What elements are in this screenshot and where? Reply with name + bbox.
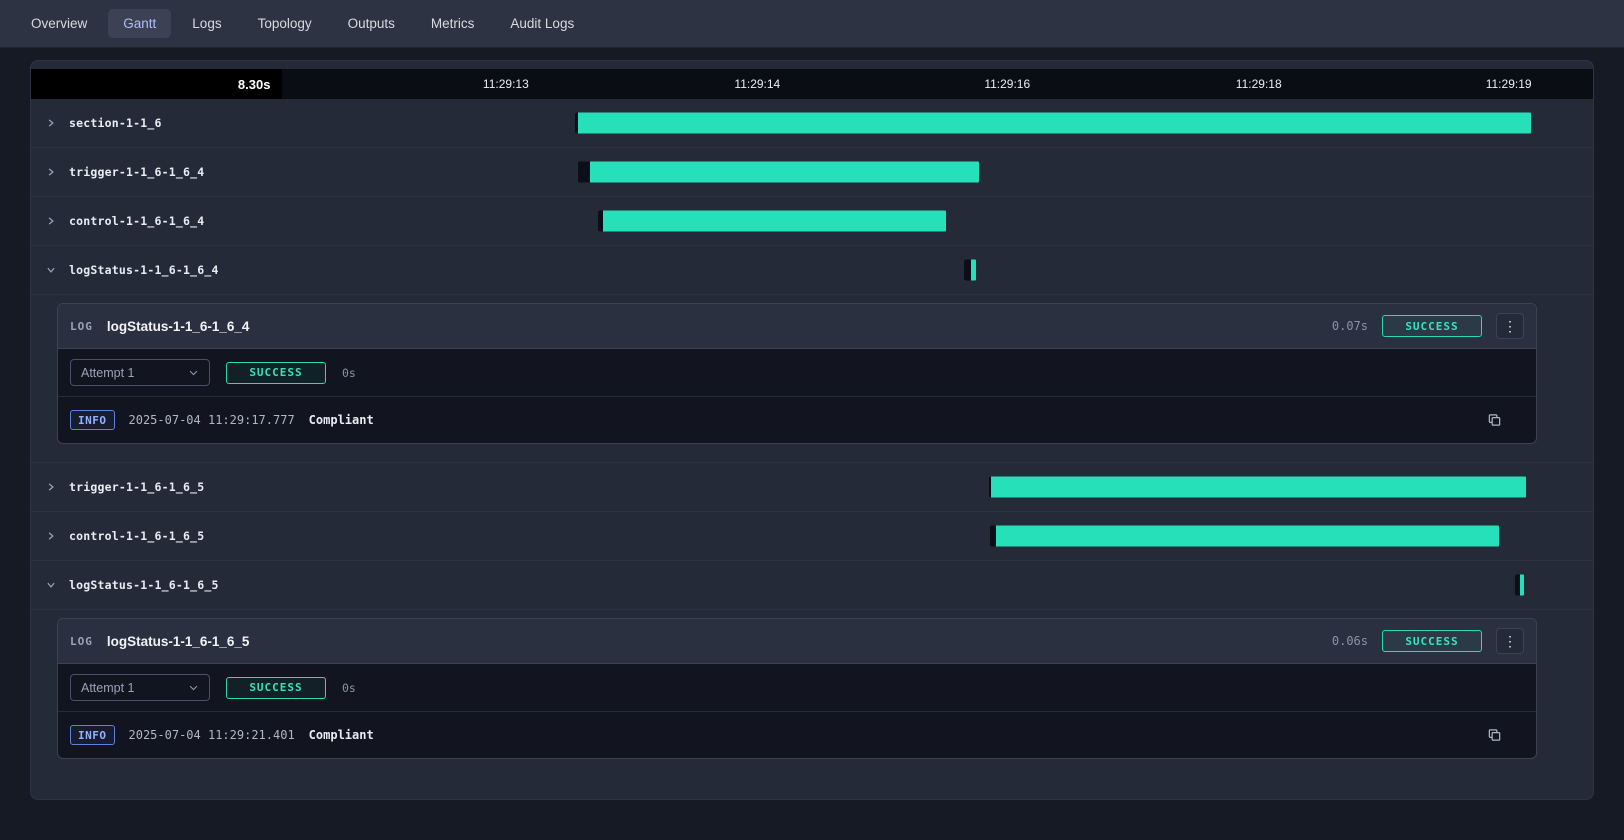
attempt-dropdown[interactable]: Attempt 1	[70, 674, 210, 701]
gantt-row-toggle[interactable]: logStatus-1-1_6-1_6_4	[31, 246, 219, 294]
time-tick: 11:29:18	[1236, 69, 1282, 99]
gantt-row-group: logStatus-1-1_6-1_6_4 LOG logStatus-1-1_…	[31, 246, 1593, 463]
log-message: Compliant	[309, 413, 374, 427]
tab-topology[interactable]: Topology	[243, 9, 327, 38]
time-tick: 11:29:14	[734, 69, 780, 99]
log-timestamp: 2025-07-04 11:29:17.777	[129, 413, 295, 427]
gantt-row-label: control-1-1_6-1_6_4	[69, 214, 204, 228]
tab-overview[interactable]: Overview	[16, 9, 102, 38]
attempt-row: Attempt 1 SUCCESS 0s	[58, 664, 1536, 712]
log-level-badge: INFO	[70, 725, 115, 745]
time-tick: 11:29:19	[1486, 69, 1532, 99]
status-badge: SUCCESS	[1382, 315, 1482, 337]
chevron-down-icon	[188, 367, 199, 378]
gantt-bar[interactable]	[575, 113, 1531, 134]
gantt-row: logStatus-1-1_6-1_6_5	[31, 561, 1593, 610]
log-panel-title: logStatus-1-1_6-1_6_4	[107, 319, 250, 334]
copy-icon[interactable]	[1487, 413, 1502, 428]
attempt-dropdown[interactable]: Attempt 1	[70, 359, 210, 386]
gantt-row: control-1-1_6-1_6_4	[31, 197, 1593, 246]
time-tick: 11:29:13	[483, 69, 529, 99]
gantt-bar-queue-segment	[989, 477, 991, 498]
gantt-row-label: logStatus-1-1_6-1_6_4	[69, 263, 219, 277]
gantt-row-toggle[interactable]: control-1-1_6-1_6_5	[31, 512, 204, 560]
gantt-bar-queue-segment	[578, 162, 590, 183]
gantt-chart: section-1-1_6 trigger-1-1_6-1_6_4 contro…	[31, 99, 1593, 759]
gantt-bar[interactable]	[990, 526, 1499, 547]
log-message: Compliant	[309, 728, 374, 742]
gantt-row-label: trigger-1-1_6-1_6_5	[69, 480, 204, 494]
gantt-row-label: logStatus-1-1_6-1_6_5	[69, 578, 219, 592]
tab-metrics[interactable]: Metrics	[416, 9, 490, 38]
gantt-row-group: logStatus-1-1_6-1_6_5 LOG logStatus-1-1_…	[31, 561, 1593, 759]
log-panel-title: logStatus-1-1_6-1_6_5	[107, 634, 250, 649]
attempt-status-badge: SUCCESS	[226, 677, 326, 699]
attempt-duration: 0s	[342, 366, 356, 380]
gantt-row-toggle[interactable]: trigger-1-1_6-1_6_5	[31, 463, 204, 511]
log-panel-header: LOG logStatus-1-1_6-1_6_5 0.06s SUCCESS …	[58, 619, 1536, 664]
chevron-down-icon	[46, 265, 56, 275]
gantt-bar-queue-segment	[990, 526, 996, 547]
timeline-header: 8.30s 11:29:13 11:29:14 11:29:16 11:29:1…	[31, 69, 1593, 99]
attempt-dropdown-value: Attempt 1	[81, 366, 135, 380]
tab-outputs[interactable]: Outputs	[333, 9, 410, 38]
chevron-right-icon	[46, 167, 56, 177]
status-badge: SUCCESS	[1382, 630, 1482, 652]
gantt-row: trigger-1-1_6-1_6_5	[31, 463, 1593, 512]
gantt-row: control-1-1_6-1_6_5	[31, 512, 1593, 561]
gantt-row-toggle[interactable]: trigger-1-1_6-1_6_4	[31, 148, 204, 196]
log-type-label: LOG	[70, 635, 93, 648]
attempt-status-badge: SUCCESS	[226, 362, 326, 384]
log-timestamp: 2025-07-04 11:29:21.401	[129, 728, 295, 742]
total-duration-label: 8.30s	[31, 69, 282, 99]
gantt-bar[interactable]	[598, 211, 946, 232]
gantt-row-toggle[interactable]: control-1-1_6-1_6_4	[31, 197, 204, 245]
log-panel: LOG logStatus-1-1_6-1_6_5 0.06s SUCCESS …	[57, 618, 1537, 759]
gantt-row-toggle[interactable]: section-1-1_6	[31, 99, 162, 147]
top-nav: Overview Gantt Logs Topology Outputs Met…	[0, 0, 1624, 48]
gantt-row-label: section-1-1_6	[69, 116, 162, 130]
gantt-bar[interactable]	[1515, 575, 1524, 596]
log-line: INFO 2025-07-04 11:29:17.777 Compliant	[58, 397, 1536, 443]
chevron-down-icon	[188, 682, 199, 693]
copy-icon[interactable]	[1487, 728, 1502, 743]
gantt-bar-queue-segment	[964, 260, 971, 281]
gantt-panel: 8.30s 11:29:13 11:29:14 11:29:16 11:29:1…	[30, 60, 1594, 800]
gantt-row-toggle[interactable]: logStatus-1-1_6-1_6_5	[31, 561, 219, 609]
attempt-duration: 0s	[342, 681, 356, 695]
step-duration: 0.06s	[1332, 634, 1368, 648]
log-type-label: LOG	[70, 320, 93, 333]
time-tick: 11:29:16	[984, 69, 1030, 99]
log-line: INFO 2025-07-04 11:29:21.401 Compliant	[58, 712, 1536, 758]
chevron-right-icon	[46, 118, 56, 128]
gantt-bar[interactable]	[964, 260, 976, 281]
gantt-bar-queue-segment	[1515, 575, 1520, 596]
gantt-row-label: control-1-1_6-1_6_5	[69, 529, 204, 543]
more-options-button[interactable]: ⋮	[1496, 313, 1524, 339]
gantt-bar-queue-segment	[575, 113, 579, 134]
attempt-row: Attempt 1 SUCCESS 0s	[58, 349, 1536, 397]
tab-logs[interactable]: Logs	[177, 9, 236, 38]
gantt-bar[interactable]	[578, 162, 979, 183]
tab-audit-logs[interactable]: Audit Logs	[495, 9, 589, 38]
more-options-button[interactable]: ⋮	[1496, 628, 1524, 654]
attempt-dropdown-value: Attempt 1	[81, 681, 135, 695]
log-panel-header: LOG logStatus-1-1_6-1_6_4 0.07s SUCCESS …	[58, 304, 1536, 349]
log-level-badge: INFO	[70, 410, 115, 430]
chevron-right-icon	[46, 216, 56, 226]
chevron-down-icon	[46, 580, 56, 590]
gantt-row: section-1-1_6	[31, 99, 1593, 148]
gantt-row-label: trigger-1-1_6-1_6_4	[69, 165, 204, 179]
gantt-row: logStatus-1-1_6-1_6_4	[31, 246, 1593, 295]
chevron-right-icon	[46, 482, 56, 492]
log-panel: LOG logStatus-1-1_6-1_6_4 0.07s SUCCESS …	[57, 303, 1537, 444]
gantt-row: trigger-1-1_6-1_6_4	[31, 148, 1593, 197]
step-duration: 0.07s	[1332, 319, 1368, 333]
chevron-right-icon	[46, 531, 56, 541]
gantt-bar-queue-segment	[598, 211, 603, 232]
tab-gantt[interactable]: Gantt	[108, 9, 171, 38]
gantt-bar[interactable]	[989, 477, 1526, 498]
